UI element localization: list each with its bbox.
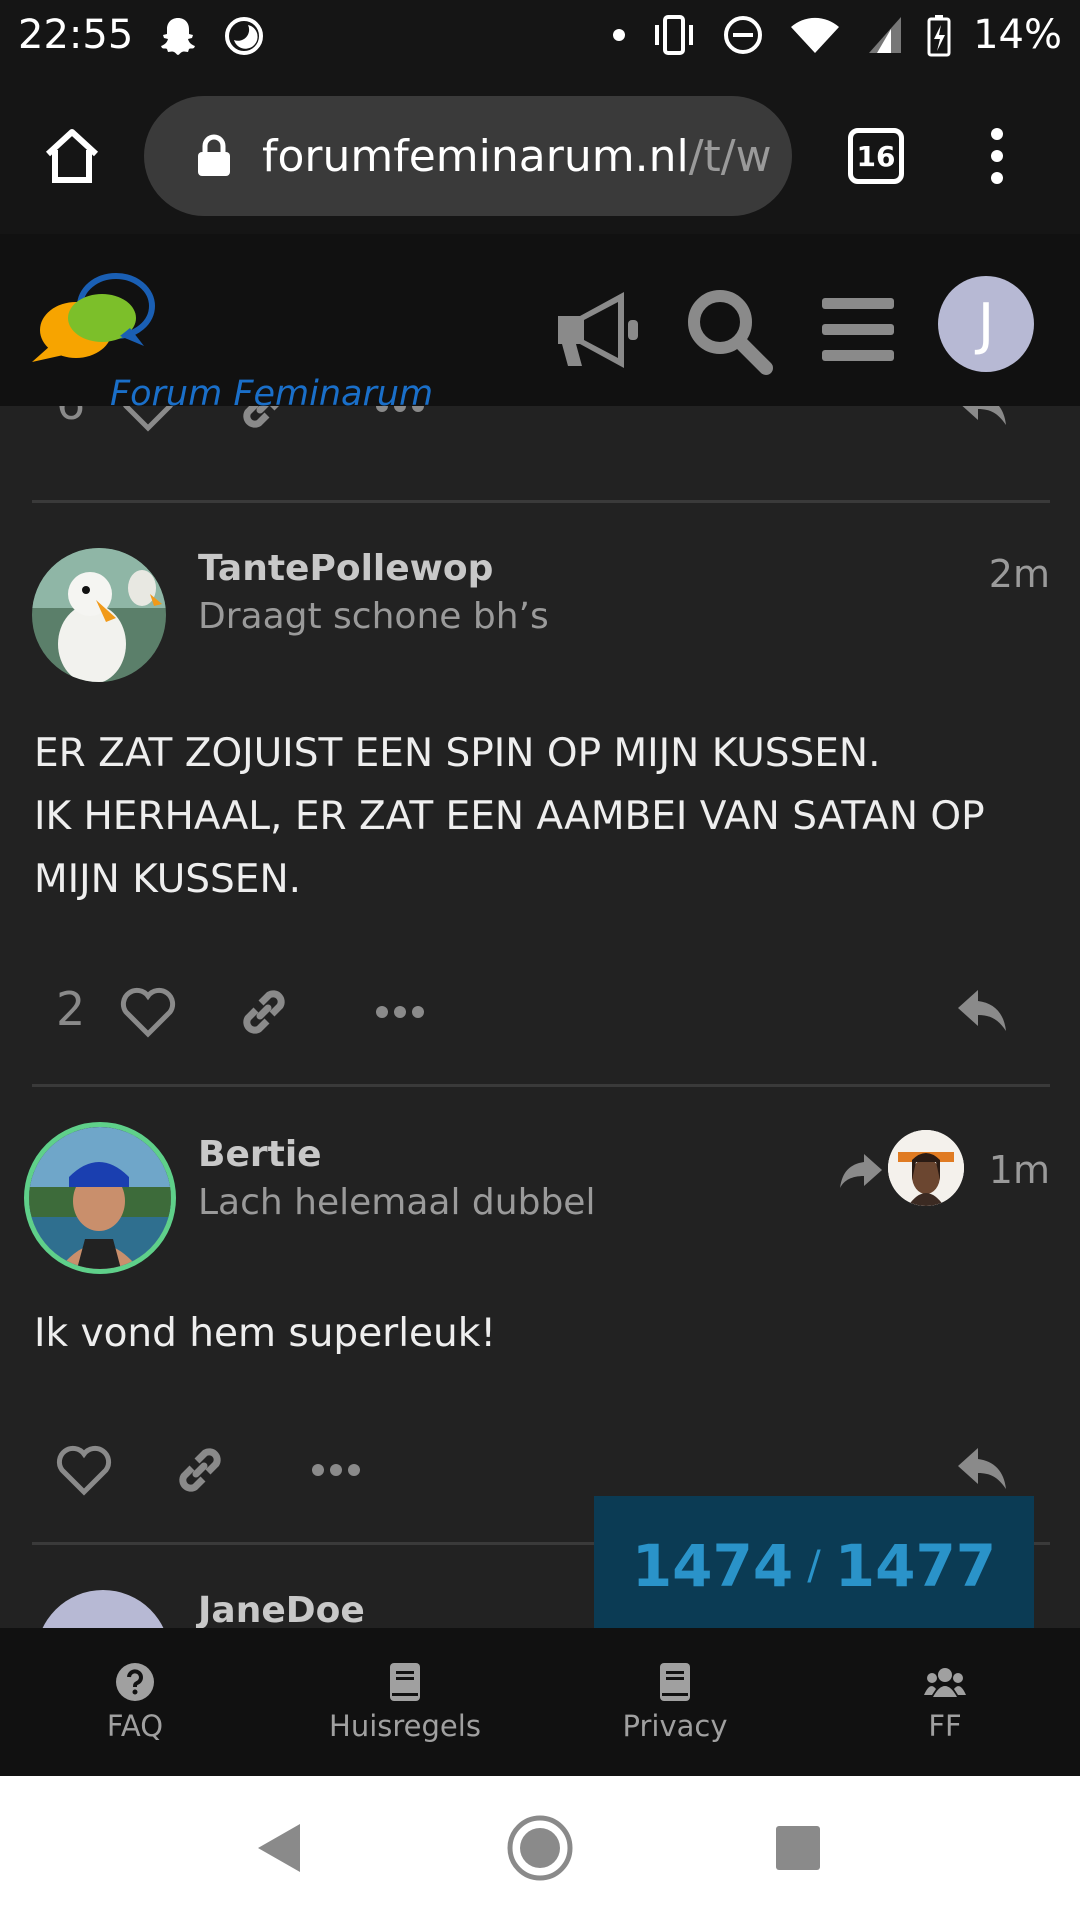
post-username[interactable]: TantePollewop (198, 548, 493, 589)
progress-current: 1474 (631, 1532, 794, 1600)
hamburger-menu-icon[interactable] (810, 282, 906, 378)
post-body-line: ER ZAT ZOJUIST EEN SPIN OP MIJN KUSSEN. (34, 731, 881, 776)
dnd-icon (724, 16, 763, 54)
like-count: 2 (56, 982, 86, 1036)
post-divider (32, 500, 1050, 503)
nav-item-ff[interactable]: FF (810, 1628, 1080, 1776)
post-time[interactable]: 2m (989, 552, 1050, 596)
post-actions: 6 (0, 406, 1080, 448)
link-icon[interactable] (234, 406, 294, 436)
reply-to-avatar[interactable] (888, 1130, 964, 1206)
current-user-avatar[interactable]: J (938, 276, 1034, 372)
dot-icon (613, 29, 626, 41)
post-stream: 6 TantePollewop Draagt schone bh’s 2m (0, 406, 1080, 1628)
moon-icon (225, 17, 263, 55)
topic-progress-indicator[interactable]: 1474 / 1477 (594, 1496, 1034, 1628)
more-actions-icon[interactable] (306, 1440, 366, 1500)
wifi-icon (791, 17, 840, 53)
reply-to-avatar-image (888, 1130, 964, 1206)
nav-label: FF (928, 1709, 962, 1743)
nav-label: Huisregels (329, 1709, 481, 1743)
nav-item-huisregels[interactable]: Huisregels (270, 1628, 540, 1776)
battery-charging-icon (927, 15, 951, 57)
status-time: 22:55 (18, 12, 134, 58)
post-username[interactable]: Bertie (198, 1134, 322, 1175)
site-logo[interactable]: Forum Feminarum (28, 266, 433, 414)
seagull-avatar-image (32, 548, 166, 682)
post-username[interactable]: JaneDoe (198, 1590, 365, 1628)
recents-icon[interactable] (760, 1810, 836, 1886)
forum-bottom-nav: FAQ Huisregels Privacy FF (0, 1628, 1080, 1776)
url-domain: forumfeminarum.nl (262, 130, 689, 182)
url-text: forumfeminarum.nl/t/w (262, 131, 772, 182)
post-avatar-janedoe[interactable] (36, 1590, 170, 1628)
link-icon[interactable] (234, 982, 294, 1042)
book-icon (390, 1663, 420, 1701)
more-actions-icon[interactable] (370, 982, 430, 1042)
post-body: Ik vond hem superleuk! (34, 1302, 1054, 1365)
reply-icon[interactable] (952, 982, 1012, 1042)
megaphone-icon[interactable] (550, 282, 646, 378)
status-bar: 22:55 14% (0, 0, 1080, 76)
home-icon[interactable] (40, 124, 104, 188)
heart-icon[interactable] (118, 982, 178, 1042)
speech-bubbles-logo-icon (32, 273, 155, 362)
post-user-title: Draagt schone bh’s (198, 596, 549, 637)
reply-icon[interactable] (952, 1440, 1012, 1500)
nav-item-faq[interactable]: FAQ (0, 1628, 270, 1776)
screen: 22:55 14% forumfeminarum.nl/t/w 16 Forum… (0, 0, 1080, 1920)
heart-icon[interactable] (118, 406, 178, 436)
post-divider (32, 1084, 1050, 1087)
question-circle-icon (116, 1663, 154, 1701)
more-actions-icon[interactable] (370, 406, 430, 436)
back-icon[interactable] (242, 1810, 318, 1886)
home-circle-icon[interactable] (502, 1810, 578, 1886)
link-icon[interactable] (170, 1440, 230, 1500)
tab-switcher-button[interactable]: 16 (848, 128, 904, 184)
url-bar[interactable]: forumfeminarum.nl/t/w (144, 96, 792, 216)
nav-label: Privacy (622, 1709, 728, 1743)
url-path: /t/w (688, 130, 772, 182)
signal-icon (869, 17, 902, 53)
post-avatar-tantepollewop[interactable] (32, 548, 166, 682)
post-actions: 2 (0, 972, 1080, 1052)
bertie-avatar-image (29, 1127, 171, 1269)
reply-to-arrow-icon (840, 1154, 882, 1188)
progress-total: 1477 (834, 1532, 997, 1600)
forum-header: Forum Feminarum J (0, 234, 1080, 414)
nav-item-privacy[interactable]: Privacy (540, 1628, 810, 1776)
heart-icon[interactable] (54, 1440, 114, 1500)
snapchat-icon (161, 18, 195, 55)
vibrate-icon (655, 15, 694, 55)
progress-separator: / (807, 1543, 821, 1589)
browser-toolbar: forumfeminarum.nl/t/w 16 (0, 76, 1080, 234)
android-navigation-bar (0, 1776, 1080, 1920)
post-time[interactable]: 1m (989, 1148, 1050, 1192)
search-icon[interactable] (680, 282, 776, 378)
battery-percent: 14% (973, 12, 1062, 58)
book-icon (660, 1663, 690, 1701)
reply-icon[interactable] (952, 406, 1012, 436)
post-body-line: IK HERHAAL, ER ZAT EEN AAMBEI VAN SATAN … (34, 794, 985, 902)
nav-label: FAQ (106, 1709, 164, 1743)
post-user-title: Lach helemaal dubbel (198, 1182, 596, 1223)
post-avatar-bertie[interactable] (24, 1122, 176, 1274)
users-icon (924, 1668, 966, 1697)
overflow-menu-icon[interactable] (982, 126, 1012, 186)
post-body: ER ZAT ZOJUIST EEN SPIN OP MIJN KUSSEN. … (34, 722, 1054, 911)
lock-icon (198, 134, 230, 176)
like-count: 6 (56, 406, 85, 430)
post-body-line: Ik vond hem superleuk! (34, 1311, 496, 1356)
